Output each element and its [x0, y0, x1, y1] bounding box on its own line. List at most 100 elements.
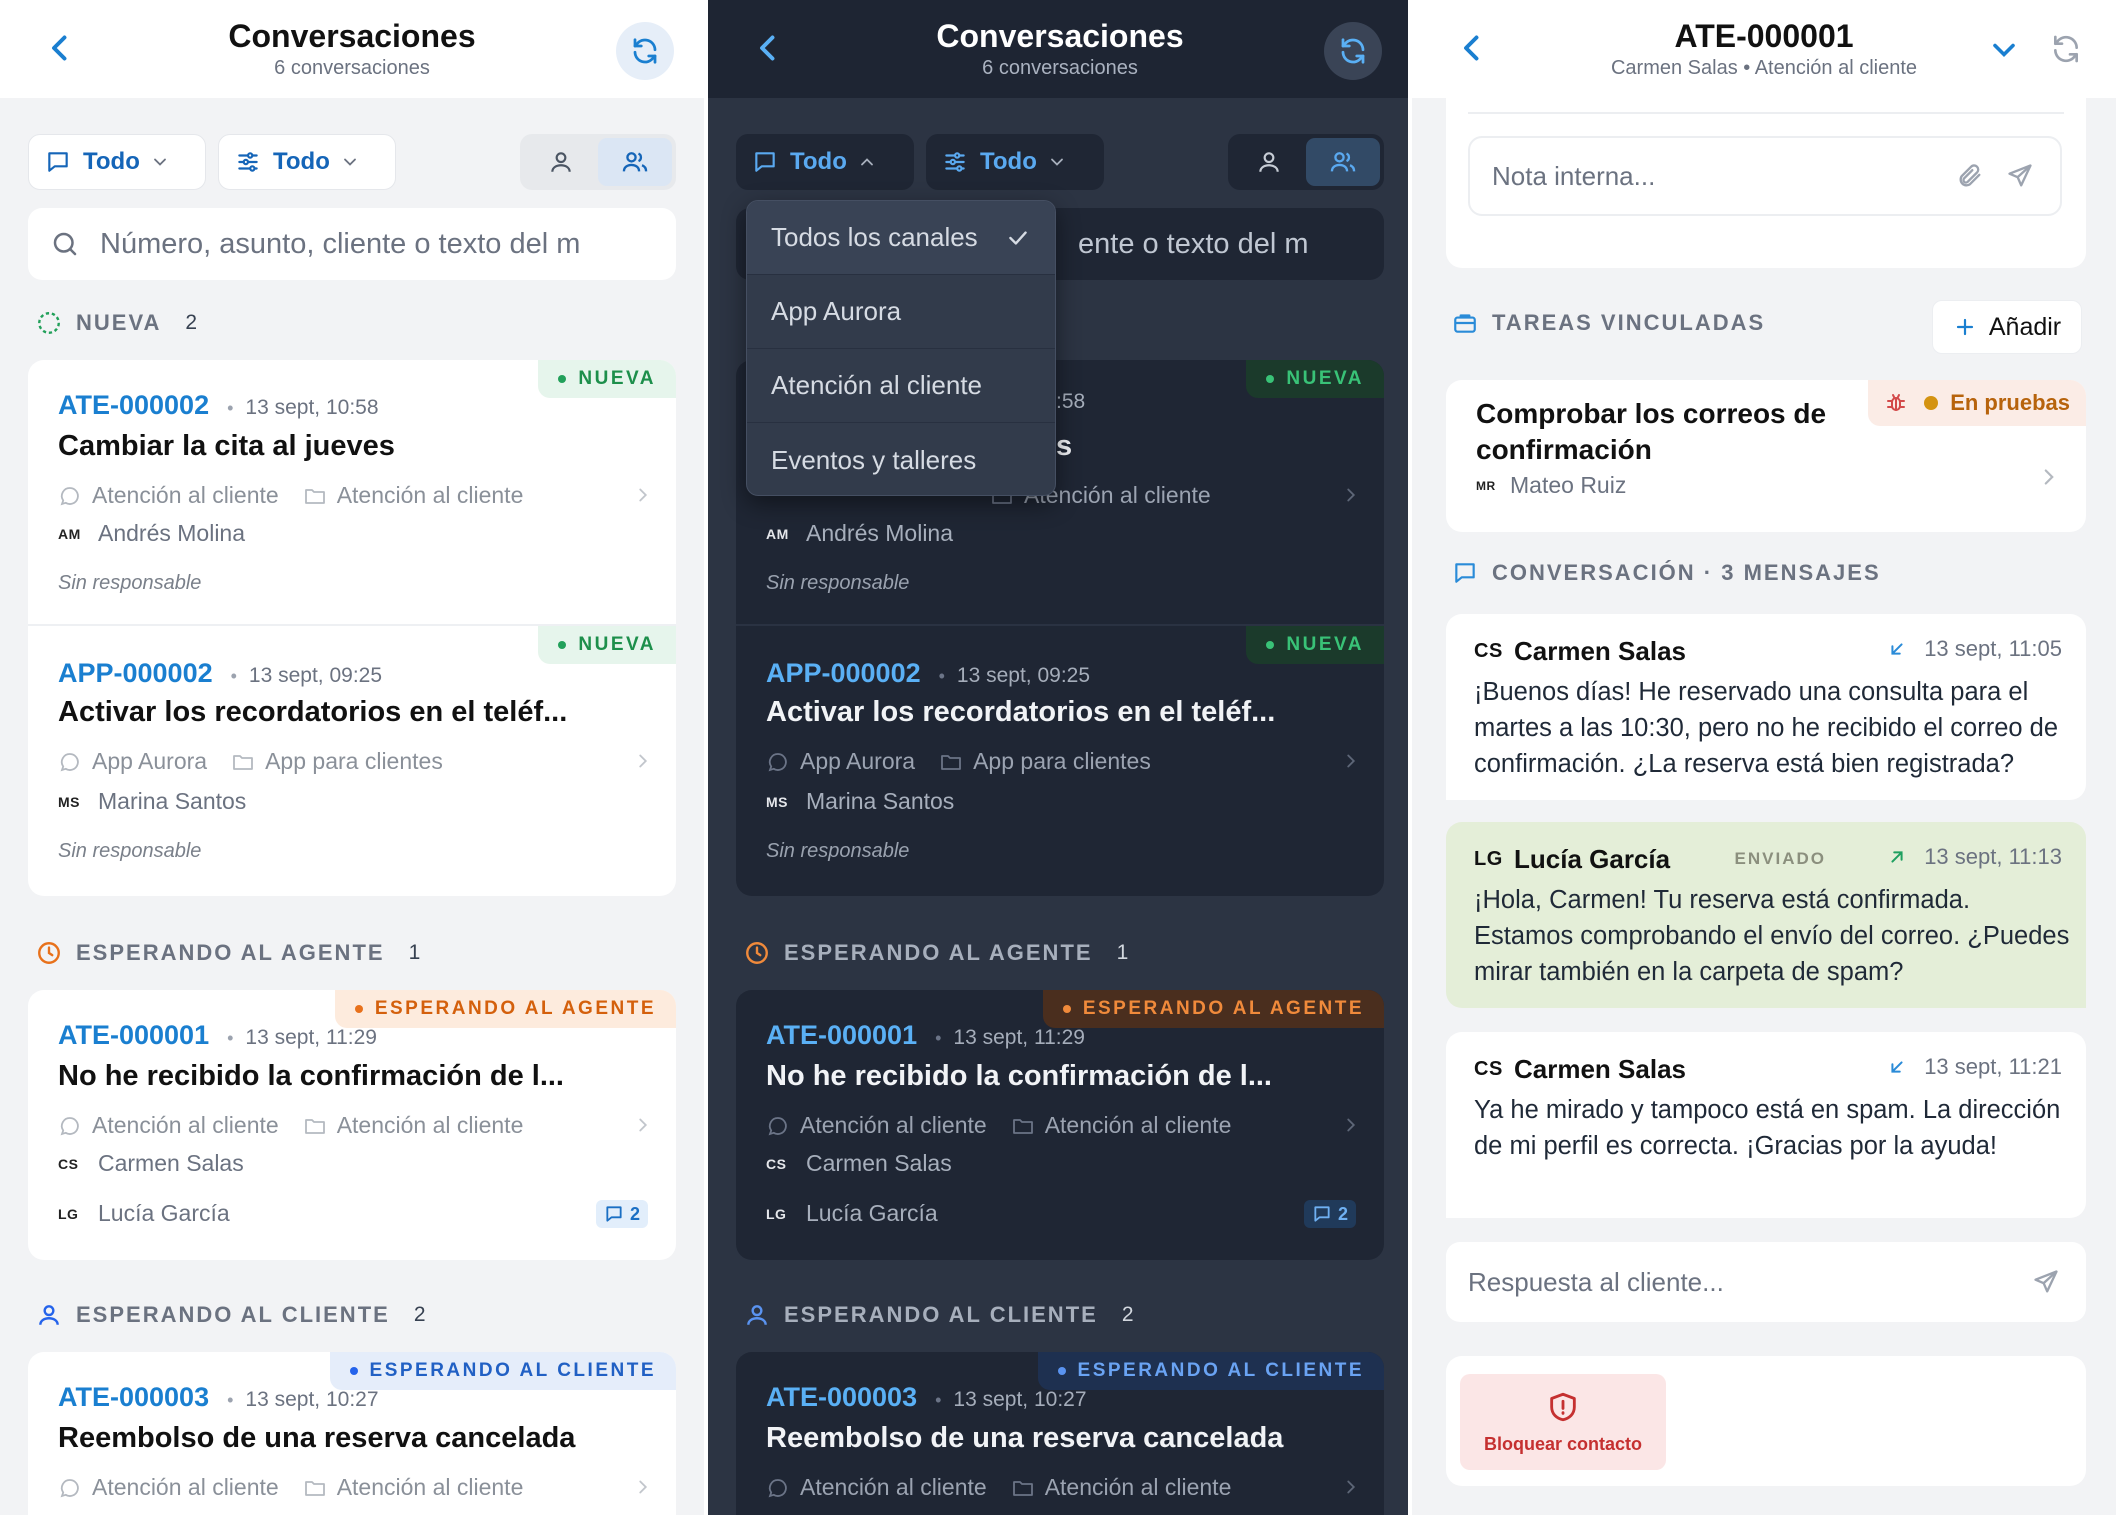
refresh-icon	[1341, 38, 1365, 64]
dropdown-option-eventos[interactable]: Eventos y talleres	[747, 423, 1055, 495]
dropdown-option-atencion[interactable]: Atención al cliente	[747, 349, 1055, 423]
ticket-meta: Atención al cliente Atención al cliente	[766, 1474, 1231, 1501]
agent: LG Lucía García	[58, 1200, 230, 1226]
send-icon[interactable]	[2006, 162, 2034, 190]
sliders-icon	[238, 152, 258, 172]
option-label: App Aurora	[771, 296, 902, 326]
more-filters[interactable]: Todo	[218, 134, 396, 190]
reply-placeholder: Respuesta al cliente...	[1468, 1266, 1724, 1297]
conversation-count: 6 conversaciones	[274, 57, 430, 79]
ticket-time: 13 sept, 10:27	[245, 1388, 379, 1411]
reply-input[interactable]: Respuesta al cliente...	[1446, 1242, 2086, 1322]
conversation-count: 6 conversaciones	[982, 57, 1138, 79]
all-conversations-toggle[interactable]	[1306, 138, 1380, 186]
section-label: ESPERANDO AL AGENTE	[784, 940, 1093, 965]
chevron-up-icon	[860, 158, 873, 166]
section-header-agente: ESPERANDO AL AGENTE 1	[744, 936, 1128, 970]
channel-filter[interactable]: Todo	[28, 134, 206, 190]
status-badge: NUEVA	[1246, 360, 1384, 398]
back-icon[interactable]	[750, 30, 786, 66]
dropdown-option-app-aurora[interactable]: App Aurora	[747, 275, 1055, 349]
message-count-badge: 2	[1303, 1200, 1356, 1228]
back-icon[interactable]	[42, 30, 78, 66]
my-conversations-toggle[interactable]	[1232, 138, 1306, 186]
check-icon	[1009, 230, 1027, 245]
status-badge: NUEVA	[1246, 626, 1384, 664]
ticket-subject: Activar los recordatorios en el teléf...	[58, 696, 568, 728]
status-badge: ESPERANDO AL CLIENTE	[1037, 1352, 1384, 1390]
ticket-queue: Atención al cliente	[336, 1112, 524, 1138]
chat-icon	[755, 152, 775, 172]
ticket-meta: App Aurora App para clientes	[58, 748, 443, 775]
dropdown-option-all-channels[interactable]: Todos los canales	[747, 201, 1055, 275]
back-icon[interactable]	[1454, 30, 1490, 66]
conversation-header: CONVERSACIÓN · 3 MENSAJES	[1452, 560, 1881, 586]
paperclip-icon[interactable]	[1956, 162, 1984, 190]
page-title: Conversaciones	[228, 18, 476, 54]
channel-filter[interactable]: Todo	[736, 134, 914, 190]
chat-bubble-icon	[60, 1116, 79, 1135]
all-conversations-toggle[interactable]	[598, 138, 672, 186]
ticket-subject: Reembolso de una reserva cancelada	[766, 1422, 1284, 1454]
bug-icon	[1887, 394, 1906, 411]
task-card[interactable]: Comprobar los correos de confirmación En…	[1446, 380, 2086, 532]
more-filters[interactable]: Todo	[926, 134, 1104, 190]
refresh-icon[interactable]	[2050, 33, 2082, 65]
ticket-card[interactable]: NUEVA APP-000002 • 13 sept, 09:25 Activar …	[28, 626, 676, 896]
message-time: 13 sept, 11:13	[1924, 844, 2062, 869]
folder-icon	[1012, 1480, 1033, 1496]
agent: LG Lucía García	[766, 1200, 938, 1226]
channel-filter-label: Todo	[83, 148, 140, 175]
ticket-subject: Cambiar la cita al jueves	[58, 430, 395, 462]
ticket-title: ATE-000001	[1674, 18, 1854, 54]
new-status-icon	[38, 312, 60, 334]
refresh-button[interactable]	[616, 22, 674, 80]
ticket-card[interactable]: ESPERANDO AL AGENTE ATE-000001 • 13 sept, …	[736, 990, 1384, 1260]
folder-icon	[304, 1118, 325, 1134]
assignee: Sin responsable	[766, 572, 910, 594]
list-header: Conversaciones 6 conversaciones	[0, 0, 704, 98]
chevron-right-icon	[639, 1480, 648, 1494]
internal-note-input[interactable]: Nota interna...	[1468, 136, 2062, 216]
ticket-queue: Atención al cliente	[336, 482, 524, 508]
my-conversations-toggle[interactable]	[524, 138, 598, 186]
message-body: ¡Buenos días! He reservado una consulta …	[1474, 678, 2059, 778]
add-task-button[interactable]: Añadir	[1932, 300, 2082, 354]
ticket-time: 13 sept, 10:58	[245, 396, 379, 419]
ticket-card[interactable]: NUEVA APP-000002 • 13 sept, 09:25 Activar …	[736, 626, 1384, 896]
send-icon[interactable]	[2032, 1268, 2060, 1296]
ticket-card[interactable]: ESPERANDO AL CLIENTE ATE-000003 • 13 sept,…	[736, 1352, 1384, 1515]
detail-header: ATE-000001 Carmen Salas • Atención al cl…	[1412, 0, 2116, 98]
clock-icon	[746, 942, 768, 964]
more-filters-label: Todo	[273, 148, 330, 175]
ticket-card[interactable]: ESPERANDO AL CLIENTE ATE-000003 • 13 sept,…	[28, 1352, 676, 1515]
chat-bubble-icon	[60, 1478, 79, 1497]
refresh-button[interactable]	[1324, 22, 1382, 80]
ticket-channel: App Aurora	[92, 748, 208, 774]
ticket-id: ATE-000001	[58, 1020, 210, 1050]
search-field[interactable]: Número, asunto, cliente o texto del m	[28, 208, 676, 280]
section-header-cliente: ESPERANDO AL CLIENTE 2	[744, 1298, 1134, 1332]
chevron-down-icon[interactable]	[1986, 32, 2022, 68]
chevron-right-icon	[1347, 1480, 1356, 1494]
comment-icon	[1314, 1206, 1330, 1222]
ticket-id: ATE-000003	[58, 1382, 210, 1412]
section-header-nueva: NUEVA 2	[36, 306, 197, 340]
user-icon	[39, 1305, 59, 1325]
ticket-subject: Activar los recordatorios en el teléf...	[766, 696, 1276, 728]
ticket-channel: App Aurora	[800, 748, 916, 774]
block-contact-button[interactable]: Bloquear contacto	[1460, 1374, 1666, 1470]
ticket-card[interactable]: NUEVA ATE-000002 • 13 sept, 10:58 Cambiar …	[28, 360, 676, 624]
ticket-card[interactable]: ESPERANDO AL AGENTE ATE-000001 • 13 sept, …	[28, 990, 676, 1260]
linked-tasks-header: TAREAS VINCULADAS	[1452, 310, 1765, 336]
chevron-right-icon	[1347, 488, 1356, 502]
chevron-down-icon	[1050, 158, 1063, 166]
chevron-right-icon	[639, 754, 648, 768]
plus-icon	[1956, 318, 1973, 336]
assignee: Sin responsable	[58, 840, 202, 862]
refresh-icon	[633, 38, 657, 64]
chat-icon	[48, 152, 68, 172]
ticket-subject: s	[1056, 430, 1073, 462]
ticket-subject: Reembolso de una reserva cancelada	[58, 1422, 576, 1454]
arrow-down-left-icon	[1891, 643, 1903, 655]
